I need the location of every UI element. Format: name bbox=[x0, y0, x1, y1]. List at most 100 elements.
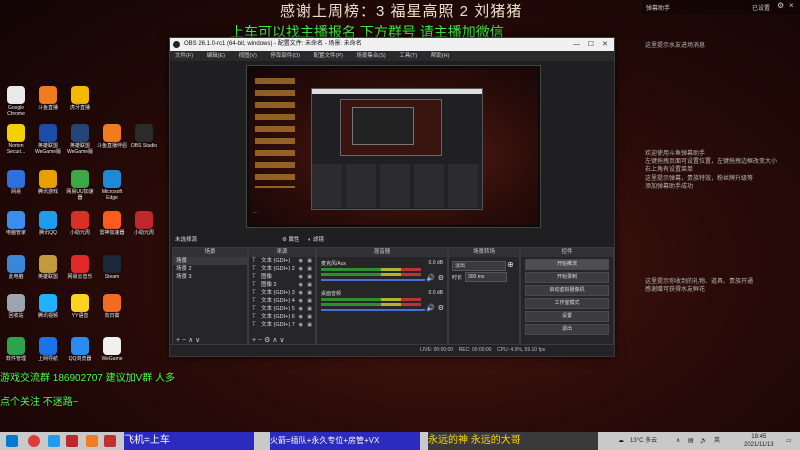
visibility-icon[interactable]: ◉ bbox=[299, 265, 303, 273]
start-recording-button[interactable]: 开始录制 bbox=[525, 272, 609, 283]
close-icon[interactable]: × bbox=[789, 1, 794, 10]
desktop-icon[interactable]: 英雄联盟WeGame版 bbox=[64, 124, 96, 160]
maximize-icon[interactable]: ☐ bbox=[588, 38, 594, 51]
notification-icon[interactable]: ▭ bbox=[786, 432, 792, 450]
obs-titlebar[interactable]: OBS 26.1.0-rc1 (64-bit, windows) - 配置文件:… bbox=[170, 38, 614, 51]
windows-start-icon[interactable] bbox=[6, 435, 18, 447]
source-item[interactable]: T 文本 (GDI+) 3 ◉ ▣ bbox=[249, 289, 315, 297]
visibility-icon[interactable]: ◉ bbox=[299, 313, 303, 321]
volume-icon[interactable]: 🔈 bbox=[700, 432, 707, 450]
obs-preview[interactable]: … bbox=[246, 65, 541, 228]
lock-icon[interactable]: ▣ bbox=[307, 265, 312, 273]
exit-button[interactable]: 退出 bbox=[525, 324, 609, 335]
source-item[interactable]: T 图像 ◉ ▣ bbox=[249, 273, 315, 281]
transition-select[interactable]: 淡出 bbox=[452, 261, 506, 271]
desktop-icon[interactable]: 小助元周 bbox=[64, 211, 96, 247]
app-icon[interactable] bbox=[104, 435, 116, 447]
visibility-icon[interactable]: ◉ bbox=[299, 257, 303, 265]
qq-icon[interactable] bbox=[48, 435, 60, 447]
visibility-icon[interactable]: ◉ bbox=[299, 273, 303, 281]
menu-tools[interactable]: 工具(T) bbox=[399, 53, 417, 59]
visibility-icon[interactable]: ◉ bbox=[299, 321, 303, 329]
menu-profile[interactable]: 配置文件(P) bbox=[313, 53, 342, 59]
minimize-icon[interactable]: — bbox=[573, 38, 580, 51]
source-up-icon[interactable]: ∧ bbox=[272, 337, 277, 344]
clock[interactable]: 18:45 2021/11/13 bbox=[744, 433, 774, 449]
settings-button[interactable]: 设置 bbox=[525, 311, 609, 322]
lock-icon[interactable]: ▣ bbox=[307, 297, 312, 305]
menu-scene-collection[interactable]: 场景集合(S) bbox=[356, 53, 385, 59]
desktop-icon[interactable]: 网易UU加速器 bbox=[64, 170, 96, 206]
filters-button[interactable]: ◐ 滤镜 bbox=[308, 235, 324, 243]
source-item[interactable]: T 文本 (GDI+) 7 ◉ ▣ bbox=[249, 321, 315, 329]
desktop-icon[interactable]: 电脑管家 bbox=[0, 211, 32, 247]
douyu-icon[interactable] bbox=[86, 435, 98, 447]
source-item[interactable]: T 文本 (GDI+) ◉ ▣ bbox=[249, 257, 315, 265]
gear-icon[interactable]: ⚙ bbox=[438, 274, 444, 282]
desktop-icon[interactable]: 雷神加速器 bbox=[96, 211, 128, 247]
scene-item[interactable]: 场景 2 bbox=[173, 265, 247, 273]
lock-icon[interactable]: ▣ bbox=[307, 321, 312, 329]
desktop-icon[interactable]: 软件管理 bbox=[0, 337, 32, 373]
desktop-icon[interactable]: OBS Studio bbox=[128, 124, 160, 160]
desktop-icon[interactable]: 向日葵 bbox=[96, 294, 128, 330]
add-source-icon[interactable]: + bbox=[252, 337, 256, 344]
close-icon[interactable]: ✕ bbox=[602, 38, 608, 51]
desktop-icon[interactable]: Google Chrome bbox=[0, 86, 32, 122]
start-streaming-button[interactable]: 开始推流 bbox=[525, 259, 609, 270]
remove-source-icon[interactable]: − bbox=[258, 337, 262, 344]
tray-chevron-icon[interactable]: ∧ bbox=[676, 432, 680, 450]
desktop-icon[interactable]: QQ浏览器 bbox=[64, 337, 96, 373]
menu-help[interactable]: 帮助(H) bbox=[431, 53, 450, 59]
remove-scene-icon[interactable]: − bbox=[182, 337, 186, 344]
lock-icon[interactable]: ▣ bbox=[307, 281, 312, 289]
volume-slider[interactable] bbox=[321, 279, 425, 281]
lock-icon[interactable]: ▣ bbox=[307, 313, 312, 321]
add-transition-icon[interactable]: ⊕ bbox=[507, 260, 514, 269]
source-item[interactable]: T 文本 (GDI+) 2 ◉ ▣ bbox=[249, 265, 315, 273]
speaker-icon[interactable]: 🔊 bbox=[426, 304, 435, 312]
visibility-icon[interactable]: ◉ bbox=[299, 289, 303, 297]
duration-input[interactable]: 300 ms bbox=[465, 272, 507, 282]
input-lang[interactable]: 英 bbox=[714, 432, 720, 450]
source-item[interactable]: T 图像 2 ◉ ▣ bbox=[249, 281, 315, 289]
desktop-icon[interactable]: 英雄联盟 bbox=[32, 255, 64, 291]
app-icon[interactable] bbox=[66, 435, 78, 447]
menu-view[interactable]: 视图(V) bbox=[238, 53, 256, 59]
desktop-icon[interactable]: 斗鱼直播伴侣 bbox=[96, 124, 128, 160]
source-down-icon[interactable]: ∨ bbox=[279, 337, 284, 344]
obs-window[interactable]: OBS 26.1.0-rc1 (64-bit, windows) - 配置文件:… bbox=[169, 37, 615, 357]
studio-mode-button[interactable]: 工作室模式 bbox=[525, 298, 609, 309]
weather-text[interactable]: 13°C 多云 bbox=[630, 432, 657, 450]
gear-icon[interactable]: ⚙ bbox=[438, 304, 444, 312]
menu-file[interactable]: 文件(F) bbox=[175, 53, 193, 59]
source-item[interactable]: T 文本 (GDI+) 6 ◉ ▣ bbox=[249, 313, 315, 321]
lock-icon[interactable]: ▣ bbox=[307, 257, 312, 265]
desktop-icon[interactable]: 英雄联盟WeGame版 bbox=[32, 124, 64, 160]
source-item[interactable]: T 文本 (GDI+) 5 ◉ ▣ bbox=[249, 305, 315, 313]
virtual-camera-button[interactable]: 启动虚拟摄像机 bbox=[525, 285, 609, 296]
desktop-icon[interactable]: Steam bbox=[96, 255, 128, 291]
menu-docks[interactable]: 停靠部件(D) bbox=[270, 53, 300, 59]
visibility-icon[interactable]: ◉ bbox=[299, 281, 303, 289]
gear-icon[interactable]: ⚙ bbox=[264, 337, 270, 344]
lock-icon[interactable]: ▣ bbox=[307, 305, 312, 313]
desktop-icon[interactable]: 此电脑 bbox=[0, 255, 32, 291]
visibility-icon[interactable]: ◉ bbox=[299, 297, 303, 305]
desktop-icon[interactable]: 虎牙直播 bbox=[64, 86, 96, 122]
desktop-icon[interactable]: 腾讯视频 bbox=[32, 294, 64, 330]
desktop-icon[interactable]: Microsoft Edge bbox=[96, 170, 128, 206]
volume-slider[interactable] bbox=[321, 309, 425, 311]
add-scene-icon[interactable]: + bbox=[176, 337, 180, 344]
desktop-icon[interactable]: 回收站 bbox=[0, 294, 32, 330]
visibility-icon[interactable]: ◉ bbox=[299, 305, 303, 313]
desktop-icon[interactable]: YY语音 bbox=[64, 294, 96, 330]
speaker-icon[interactable]: 🔊 bbox=[426, 274, 435, 282]
desktop-icon[interactable]: Norton Securi... bbox=[0, 124, 32, 160]
scene-item[interactable]: 场景 bbox=[173, 257, 247, 265]
desktop-icon[interactable]: 网易 bbox=[0, 170, 32, 206]
desktop-icon[interactable]: 腾讯QQ bbox=[32, 211, 64, 247]
desktop-icon[interactable]: 上网导航 bbox=[32, 337, 64, 373]
source-item[interactable]: T 文本 (GDI+) 4 ◉ ▣ bbox=[249, 297, 315, 305]
gear-icon[interactable]: ⚙ bbox=[777, 1, 784, 10]
